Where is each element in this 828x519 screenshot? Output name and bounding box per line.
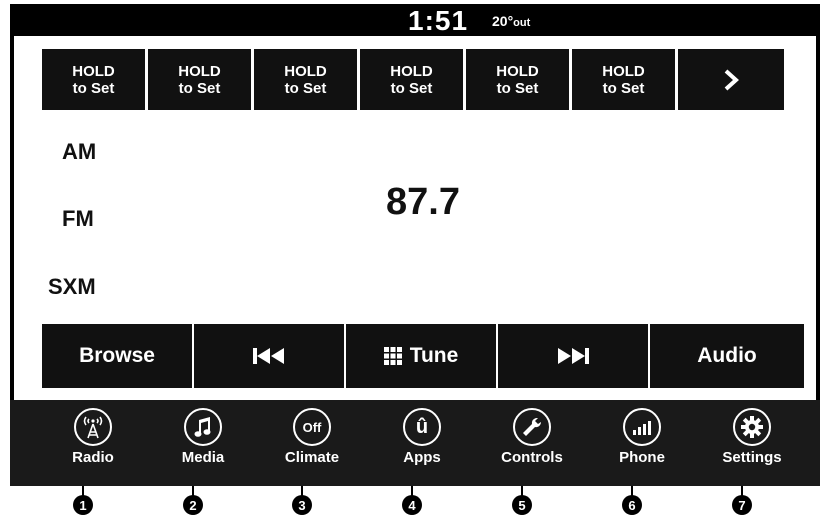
nav-climate[interactable]: Off Climate [262,408,362,466]
presets-next-button[interactable] [678,49,784,110]
climate-off-icon: Off [293,408,331,446]
preset-line1: HOLD [496,62,539,80]
seek-forward-button[interactable] [498,324,650,388]
preset-line1: HOLD [178,62,221,80]
temp-value: 20° [492,13,514,29]
phone-signal-icon [623,408,661,446]
callout-6: 6 [622,495,642,515]
nav-media[interactable]: Media [153,408,253,466]
preset-line2: to Set [496,79,539,97]
bottom-nav-bar: Radio Media Off Climate û Apps Controls … [10,400,820,486]
preset-button-1[interactable]: HOLD to Set [42,49,148,110]
nav-label: Media [181,449,225,466]
preset-line1: HOLD [72,62,115,80]
nav-radio[interactable]: Radio [43,408,143,466]
outside-temperature: 20°out [492,13,530,29]
audio-button[interactable]: Audio [650,324,804,388]
audio-label: Audio [697,344,757,367]
radio-tower-icon [74,408,112,446]
nav-apps[interactable]: û Apps [372,408,472,466]
temp-suffix: out [513,17,531,29]
nav-label: Settings [722,449,782,466]
preset-button-2[interactable]: HOLD to Set [148,49,254,110]
preset-button-5[interactable]: HOLD to Set [466,49,572,110]
music-note-icon [184,408,222,446]
band-sxm[interactable]: SXM [48,274,96,300]
callout-row: 1 2 3 4 5 6 7 [0,486,828,519]
nav-label: Controls [501,449,563,466]
nav-settings[interactable]: Settings [702,408,802,466]
station-frequency: 87.7 [386,181,460,223]
preset-button-4[interactable]: HOLD to Set [360,49,466,110]
nav-label: Radio [72,449,114,466]
tune-button[interactable]: Tune [346,324,498,388]
browse-button[interactable]: Browse [42,324,194,388]
radio-screen: HOLD to Set HOLD to Set HOLD to Set HOLD to … [14,36,816,400]
apps-icon-text: û [415,415,429,438]
climate-icon-text: Off [302,419,322,435]
nav-phone[interactable]: Phone [592,408,692,466]
uconnect-apps-icon: û [403,408,441,446]
chevron-right-icon [724,69,739,90]
browse-label: Browse [79,344,155,367]
band-am[interactable]: AM [62,139,96,165]
callout-3: 3 [292,495,312,515]
preset-line2: to Set [602,79,645,97]
preset-row: HOLD to Set HOLD to Set HOLD to Set HOLD to … [42,49,784,110]
control-row: Browse Tune Audio [42,324,804,388]
nav-label: Apps [403,449,441,466]
gear-icon [733,408,771,446]
preset-line2: to Set [72,79,115,97]
preset-line1: HOLD [602,62,645,80]
tune-label: Tune [409,344,459,367]
keypad-grid-icon [383,347,402,365]
wrench-icon [513,408,551,446]
nav-label: Phone [619,449,665,466]
nav-label: Climate [284,449,340,466]
clock: 1:51 [408,5,469,36]
seek-back-button[interactable] [194,324,346,388]
callout-4: 4 [402,495,422,515]
callout-7: 7 [732,495,752,515]
preset-line1: HOLD [390,62,433,80]
callout-2: 2 [183,495,203,515]
seek-back-icon [253,348,284,364]
band-fm[interactable]: FM [62,206,94,232]
preset-line2: to Set [284,79,327,97]
preset-button-6[interactable]: HOLD to Set [572,49,678,110]
callout-1: 1 [73,495,93,515]
seek-forward-icon [558,348,589,364]
preset-button-3[interactable]: HOLD to Set [254,49,360,110]
nav-controls[interactable]: Controls [482,408,582,466]
callout-5: 5 [512,495,532,515]
status-bar: 1:51 20°out [10,4,820,36]
preset-line1: HOLD [284,62,327,80]
preset-line2: to Set [390,79,433,97]
preset-line2: to Set [178,79,221,97]
